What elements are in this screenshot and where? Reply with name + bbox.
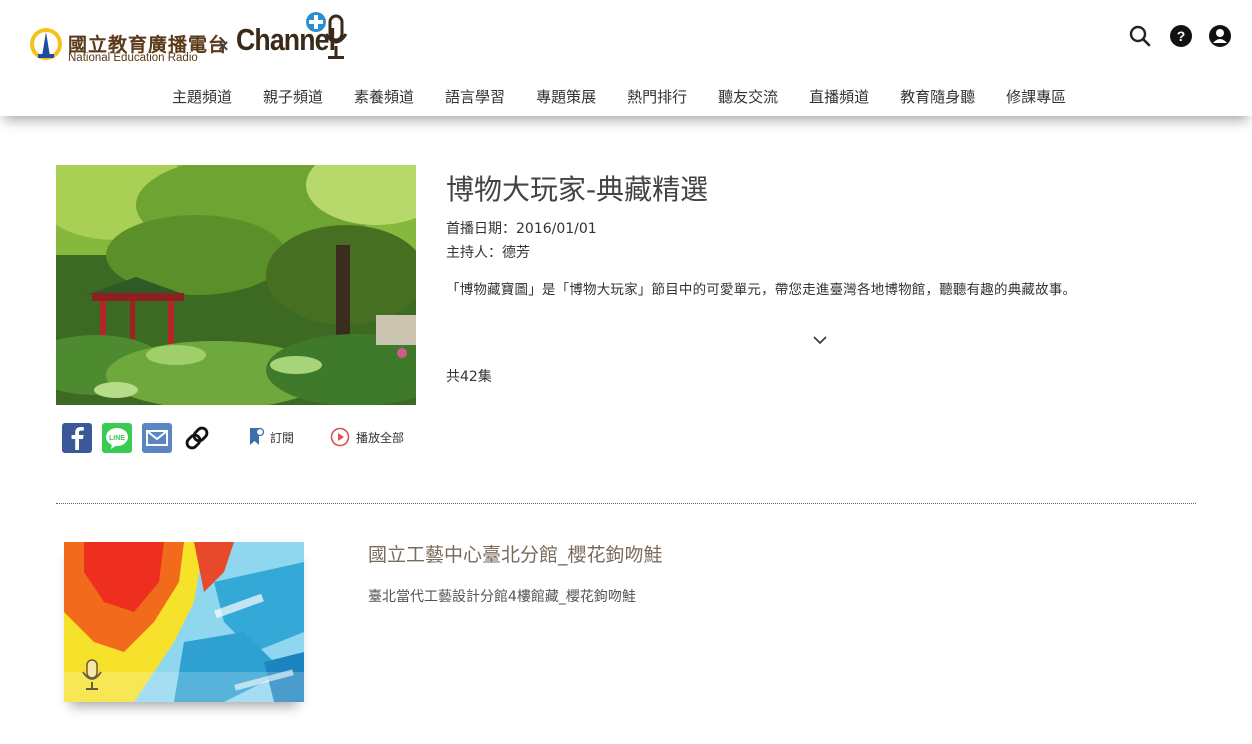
nav-item-topic[interactable]: 主題頻道 bbox=[172, 86, 232, 107]
subscribe-button[interactable]: 訂閱 bbox=[248, 427, 294, 447]
episode-description: 臺北當代工藝設計分館4樓館藏_櫻花鉤吻鮭 bbox=[368, 589, 636, 605]
nav-item-literacy[interactable]: 素養頻道 bbox=[354, 86, 414, 107]
logo-cross-mark: × bbox=[218, 36, 229, 56]
user-icon[interactable] bbox=[1208, 24, 1232, 48]
main-nav: 主題頻道 親子頻道 素養頻道 語言學習 專題策展 熱門排行 聽友交流 直播頻道 … bbox=[172, 86, 1097, 107]
link-icon bbox=[185, 426, 209, 450]
site-logo[interactable]: 國立教育廣播電台 National Education Radio × Chan… bbox=[28, 10, 358, 66]
copy-link-button[interactable] bbox=[182, 423, 212, 453]
play-all-label: 播放全部 bbox=[356, 430, 405, 445]
program-cover-image bbox=[56, 165, 416, 405]
line-share-button[interactable]: LINE bbox=[102, 423, 132, 453]
play-circle-icon bbox=[330, 427, 350, 447]
line-label: LINE bbox=[109, 435, 125, 442]
podcast-mic-icon bbox=[82, 659, 102, 690]
channel-mic-icon bbox=[306, 12, 348, 59]
chevron-down-icon[interactable] bbox=[812, 334, 828, 346]
premiere-date: 首播日期：2016/01/01 bbox=[446, 218, 597, 238]
program-description: 「博物藏寶圖」是「博物大玩家」節目中的可愛單元，帶您走進臺灣各地博物館，聽聽有趣… bbox=[446, 282, 1077, 298]
episode-thumbnail[interactable] bbox=[64, 542, 304, 702]
nav-item-community[interactable]: 聽友交流 bbox=[718, 86, 778, 107]
mail-share-button[interactable] bbox=[142, 423, 172, 453]
nav-item-courses[interactable]: 修課專區 bbox=[1006, 86, 1066, 107]
nav-item-family[interactable]: 親子頻道 bbox=[263, 86, 323, 107]
premiere-label: 首播日期： bbox=[446, 221, 516, 237]
logo-english-text: National Education Radio bbox=[68, 52, 198, 64]
emblem-icon bbox=[30, 28, 62, 60]
line-icon: LINE bbox=[106, 428, 128, 449]
host-value: 德芳 bbox=[502, 245, 530, 261]
facebook-share-button[interactable] bbox=[62, 423, 92, 453]
episode-count: 共42集 bbox=[446, 369, 492, 385]
mail-icon bbox=[146, 430, 168, 446]
search-icon[interactable] bbox=[1128, 24, 1152, 48]
premiere-value: 2016/01/01 bbox=[516, 221, 597, 237]
help-icon[interactable]: ? bbox=[1169, 24, 1193, 48]
bookmark-icon bbox=[250, 427, 264, 445]
program-host: 主持人：德芳 bbox=[446, 242, 530, 262]
program-title: 博物大玩家-典藏精選 bbox=[446, 173, 709, 206]
nav-item-ranking[interactable]: 熱門排行 bbox=[627, 86, 687, 107]
subscribe-label: 訂閱 bbox=[270, 430, 295, 445]
play-all-button[interactable]: 播放全部 bbox=[330, 427, 404, 447]
section-divider bbox=[56, 503, 1196, 504]
facebook-icon bbox=[71, 427, 84, 450]
nav-item-curation[interactable]: 專題策展 bbox=[536, 86, 596, 107]
nav-item-live[interactable]: 直播頻道 bbox=[809, 86, 869, 107]
site-header: 國立教育廣播電台 National Education Radio × Chan… bbox=[0, 0, 1252, 116]
episode-title[interactable]: 國立工藝中心臺北分館_櫻花鉤吻鮭 bbox=[368, 540, 663, 567]
svg-text:?: ? bbox=[1177, 28, 1186, 44]
host-label: 主持人： bbox=[446, 245, 502, 261]
nav-item-language[interactable]: 語言學習 bbox=[445, 86, 505, 107]
nav-item-portable[interactable]: 教育隨身聽 bbox=[900, 86, 975, 107]
